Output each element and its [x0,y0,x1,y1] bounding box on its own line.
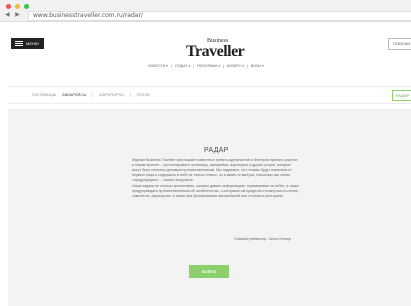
address-bar[interactable]: www.businesstraveller.com.ru/radar/ [28,11,411,21]
window-controls [6,4,29,9]
hamburger-icon [15,41,23,46]
nav-separator: | [223,64,224,68]
back-forward-icon[interactable]: ◀ ▶ [5,11,22,18]
radar-panel: РАДАР Журнал Business Traveller приглаша… [8,110,411,306]
radar-button[interactable]: РАДАР [392,90,411,101]
nav-item-business[interactable]: БИЗНЕС ▾ [227,64,244,68]
nav-separator: | [171,64,172,68]
menu-label: МЕНЮ [26,41,39,46]
nav-separator: | [193,64,195,68]
subnav-separator: | [129,93,131,97]
intro-paragraph: Журнал Business Traveller приглашает изв… [132,158,298,182]
browser-chrome: ◀ ▶ www.businesstraveller.com.ru/radar/ [0,0,411,22]
mission-paragraph: Наша задача не столько критиковать, скол… [132,184,299,198]
subnav-item-airports[interactable]: АЭРОПОРТЫ [99,93,123,97]
nav-item-news[interactable]: НОВОСТИ ▾ [148,64,168,68]
subnav-item-hotels[interactable]: ГОСТИНИЦЫ [32,93,56,97]
nav-item-visas[interactable]: ВИЗЫ ▾ [251,64,264,68]
top-navigation: НОВОСТИ ▾ | ОТДЫХ ▾ | ПОНОРАМА ▾ | БИЗНЕ… [148,64,264,68]
subnav-items: ГОСТИНИЦЫ АВИАРЕЙСЫ | АЭРОПОРТЫ | ОТЕЛИ [32,93,150,97]
nav-separator: | [247,64,248,68]
nav-item-leisure[interactable]: ОТДЫХ ▾ [175,64,190,68]
login-button[interactable]: ВОЙТИ [189,265,229,278]
maximize-window-icon[interactable] [24,4,29,9]
search-button[interactable]: ПОИСКИ [388,38,411,50]
site-logo[interactable]: Traveller [186,43,245,61]
menu-button[interactable]: МЕНЮ [11,38,44,49]
editor-signature: Главный редактор - Анна Сенкер [234,237,291,241]
minimize-window-icon[interactable] [15,4,20,9]
subnav-item-flights[interactable]: АВИАРЕЙСЫ [62,93,86,97]
subnav-separator: | [92,93,94,97]
close-window-icon[interactable] [6,4,11,9]
subnav-item-otels[interactable]: ОТЕЛИ [137,93,150,97]
nav-item-panorama[interactable]: ПОНОРАМА ▾ [197,64,220,68]
section-subnav: ГОСТИНИЦЫ АВИАРЕЙСЫ | АЭРОПОРТЫ | ОТЕЛИ … [8,86,411,104]
page-title: РАДАР [204,147,229,154]
